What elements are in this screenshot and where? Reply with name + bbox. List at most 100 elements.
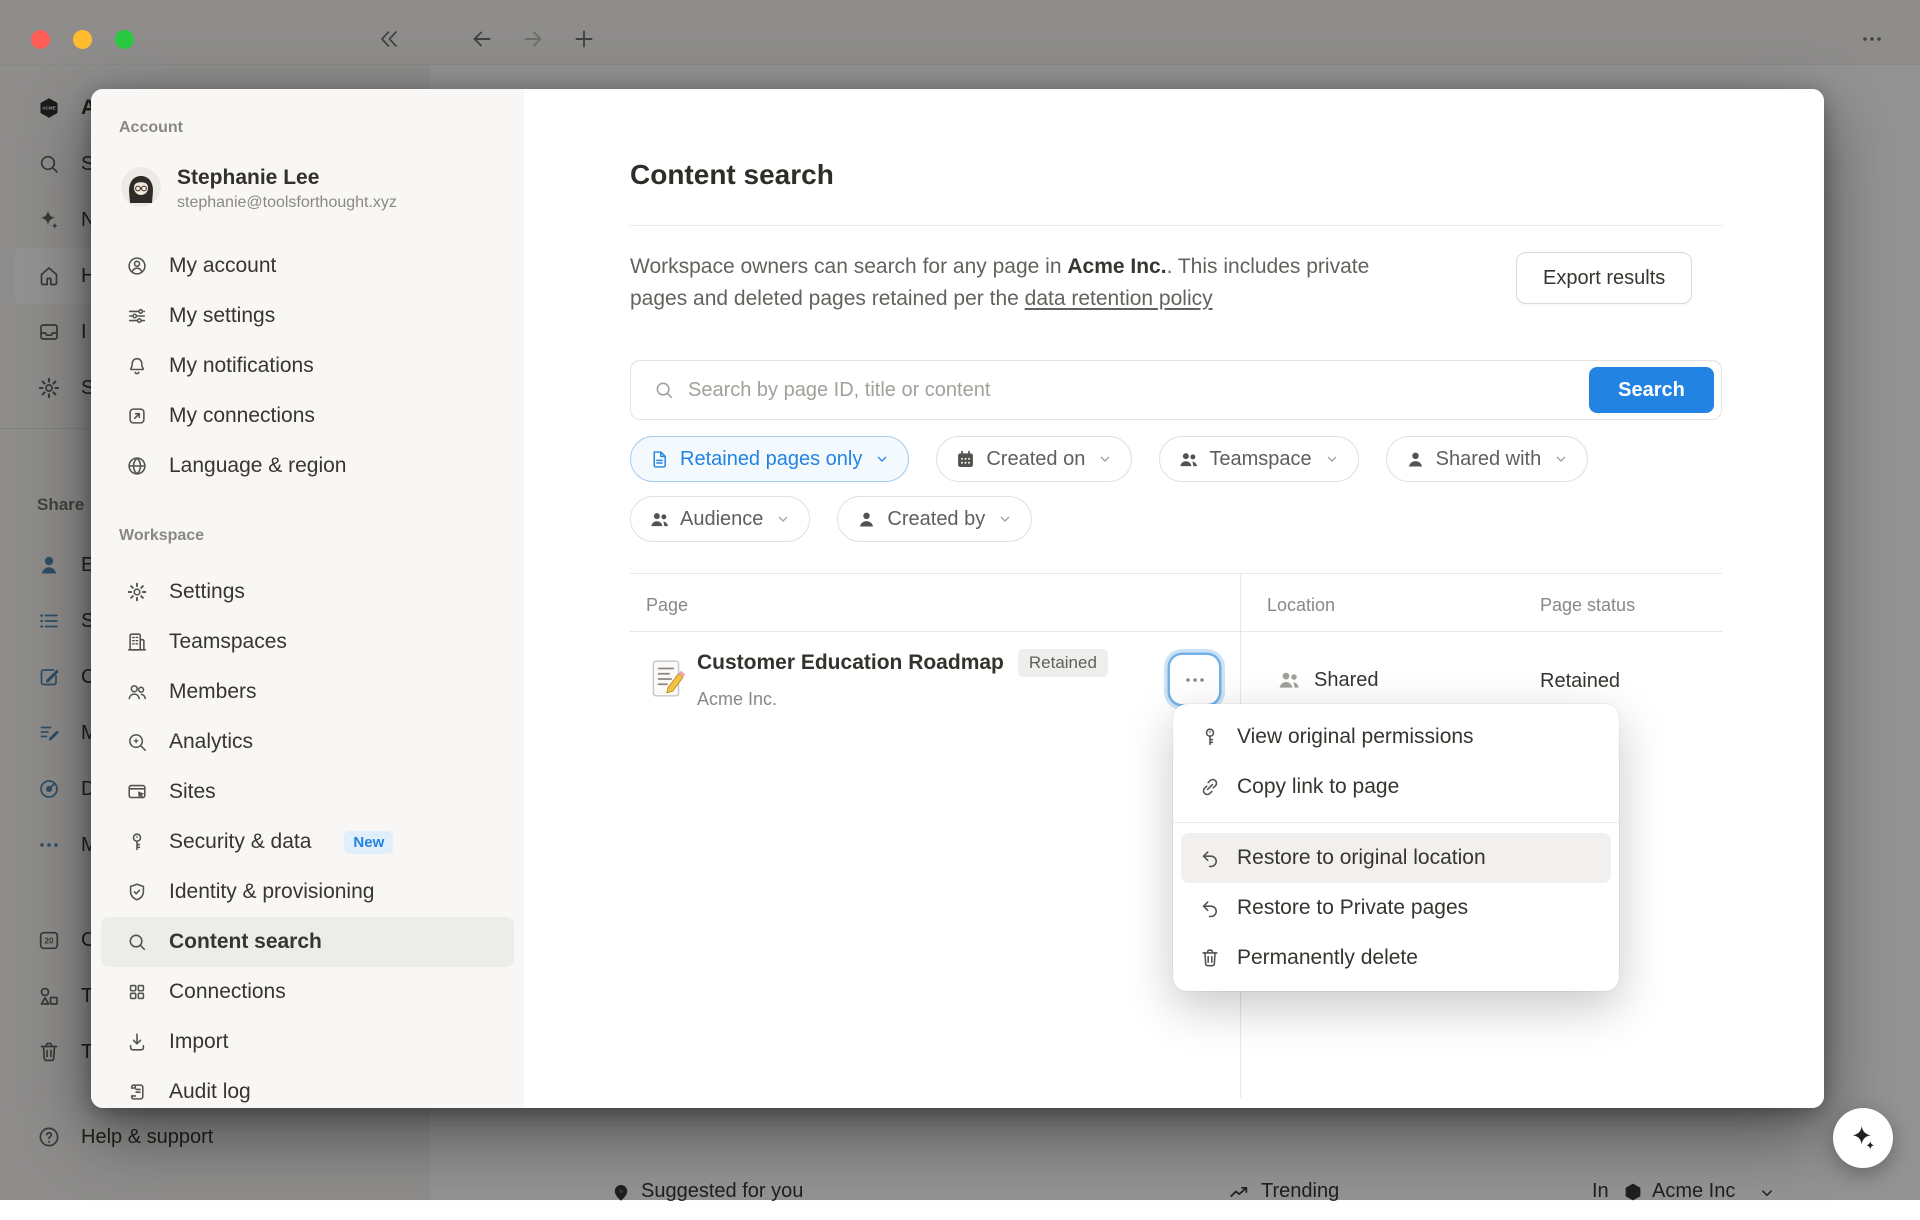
table-row[interactable]: Customer Education Roadmap Retained [697,649,1108,677]
undo-icon [1199,847,1221,869]
row-more-button[interactable] [1170,655,1219,704]
people-filled-icon [649,509,670,530]
audit-icon [126,1081,148,1103]
header-divider [630,225,1722,226]
filter-chip-created-by[interactable]: Created by [837,496,1032,542]
filter-chip-label: Teamspace [1209,448,1311,471]
filter-chip-audience[interactable]: Audience [630,496,810,542]
ai-assistant-button[interactable] [1833,1108,1893,1168]
menu-item-label: Restore to original location [1237,846,1486,870]
grid-icon [126,981,148,1003]
row-context-menu: View original permissions Copy link to p… [1173,704,1619,991]
calendar-filled-icon [955,449,976,470]
chevron-down-icon [874,451,890,467]
sidebar-item-import[interactable]: Import [101,1017,514,1067]
workspace-name: Acme Inc. [1067,255,1166,278]
trash-icon [1199,947,1221,969]
chevron-down-icon [997,511,1013,527]
search-icon [653,379,675,401]
sidebar-item-label: Settings [169,580,245,604]
filter-chip-label: Created by [887,508,985,531]
column-header-location: Location [1267,595,1335,616]
chevron-down-icon [775,511,791,527]
person-filled-icon [1405,449,1426,470]
account-user[interactable]: Stephanie Lee stephanie@toolsforthought.… [121,167,524,213]
avatar [121,167,161,207]
close-window-button[interactable] [31,30,50,49]
sidebar-item-label: Content search [169,930,322,954]
gear-icon [126,581,148,603]
menu-item-restore-to-private-pages[interactable]: Restore to Private pages [1181,883,1611,933]
link-icon [1199,776,1221,798]
sidebar-item-label: Language & region [169,454,347,478]
chevron-down-icon [1097,451,1113,467]
traffic-lights [31,30,134,49]
sidebar-item-my-settings[interactable]: My settings [101,291,514,341]
sites-icon [126,781,148,803]
sidebar-item-label: Import [169,1030,229,1054]
filter-chip-created-on[interactable]: Created on [936,436,1132,482]
description: Workspace owners can search for any page… [630,251,1390,315]
page-title: Content search [630,159,834,191]
settings-modal: Account Stephanie Lee stephanie@toolsfor… [91,89,1824,1108]
dots-icon [1183,668,1207,692]
menu-item-label: Copy link to page [1237,775,1399,799]
filter-chip-label: Created on [986,448,1085,471]
menu-item-permanently-delete[interactable]: Permanently delete [1181,933,1611,983]
key-icon [1199,726,1221,748]
sidebar-item-audit-log[interactable]: Audit log [101,1067,514,1108]
sidebar-item-teamspaces[interactable]: Teamspaces [101,617,514,667]
analytics-icon [126,731,148,753]
new-badge: New [344,831,393,854]
location-label: Shared [1314,669,1379,692]
export-results-button[interactable]: Export results [1516,252,1692,304]
filter-chip-retained-pages-only[interactable]: Retained pages only [630,436,909,482]
sidebar-item-label: My notifications [169,354,314,378]
sidebar-item-language-region[interactable]: Language & region [101,441,514,491]
chevron-down-icon [1324,451,1340,467]
sidebar-item-my-account[interactable]: My account [101,241,514,291]
sidebar-item-label: My connections [169,404,315,428]
search-placeholder: Search by page ID, title or content [688,379,990,402]
building-icon [126,631,148,653]
globe-icon [126,455,148,477]
menu-item-view-original-permissions[interactable]: View original permissions [1181,712,1611,762]
sidebar-item-my-connections[interactable]: My connections [101,391,514,441]
sidebar-item-label: My settings [169,304,275,328]
sidebar-item-identity-provisioning[interactable]: Identity & provisioning [101,867,514,917]
description-text: Workspace owners can search for any page… [630,255,1067,278]
minimize-window-button[interactable] [73,30,92,49]
menu-item-label: Permanently delete [1237,946,1418,970]
shield-check-icon [126,881,148,903]
filter-chip-teamspace[interactable]: Teamspace [1159,436,1358,482]
sidebar-item-sites[interactable]: Sites [101,767,514,817]
filter-chip-shared-with[interactable]: Shared with [1386,436,1589,482]
account-section-label: Account [119,119,524,139]
sidebar-item-settings[interactable]: Settings [101,567,514,617]
arrow-up-right-box-icon [126,405,148,427]
sparkle-icon [1848,1123,1878,1153]
filter-chip-label: Audience [680,508,763,531]
data-retention-policy-link[interactable]: data retention policy [1025,287,1213,310]
filter-chip-label: Retained pages only [680,448,862,471]
column-header-page: Page [646,595,688,616]
search-button[interactable]: Search [1589,367,1714,413]
filter-chip-label: Shared with [1436,448,1542,471]
table-header-border [630,631,1722,632]
sidebar-item-connections[interactable]: Connections [101,967,514,1017]
person-filled-icon [856,509,877,530]
workspace-section-label: Workspace [119,527,524,547]
sidebar-item-analytics[interactable]: Analytics [101,717,514,767]
page-row-title[interactable]: Customer Education Roadmap [697,651,1004,675]
sidebar-item-label: Analytics [169,730,253,754]
menu-item-copy-link-to-page[interactable]: Copy link to page [1181,762,1611,812]
sidebar-item-members[interactable]: Members [101,667,514,717]
zoom-window-button[interactable] [115,30,134,49]
sidebar-item-label: Identity & provisioning [169,880,374,904]
search-input[interactable]: Search by page ID, title or content Sear… [630,360,1722,420]
chevron-down-icon [1553,451,1569,467]
sidebar-item-security-data[interactable]: Security & data New [101,817,514,867]
sidebar-item-my-notifications[interactable]: My notifications [101,341,514,391]
sidebar-item-content-search[interactable]: Content search [101,917,514,967]
menu-item-restore-to-original-location[interactable]: Restore to original location [1181,833,1611,883]
